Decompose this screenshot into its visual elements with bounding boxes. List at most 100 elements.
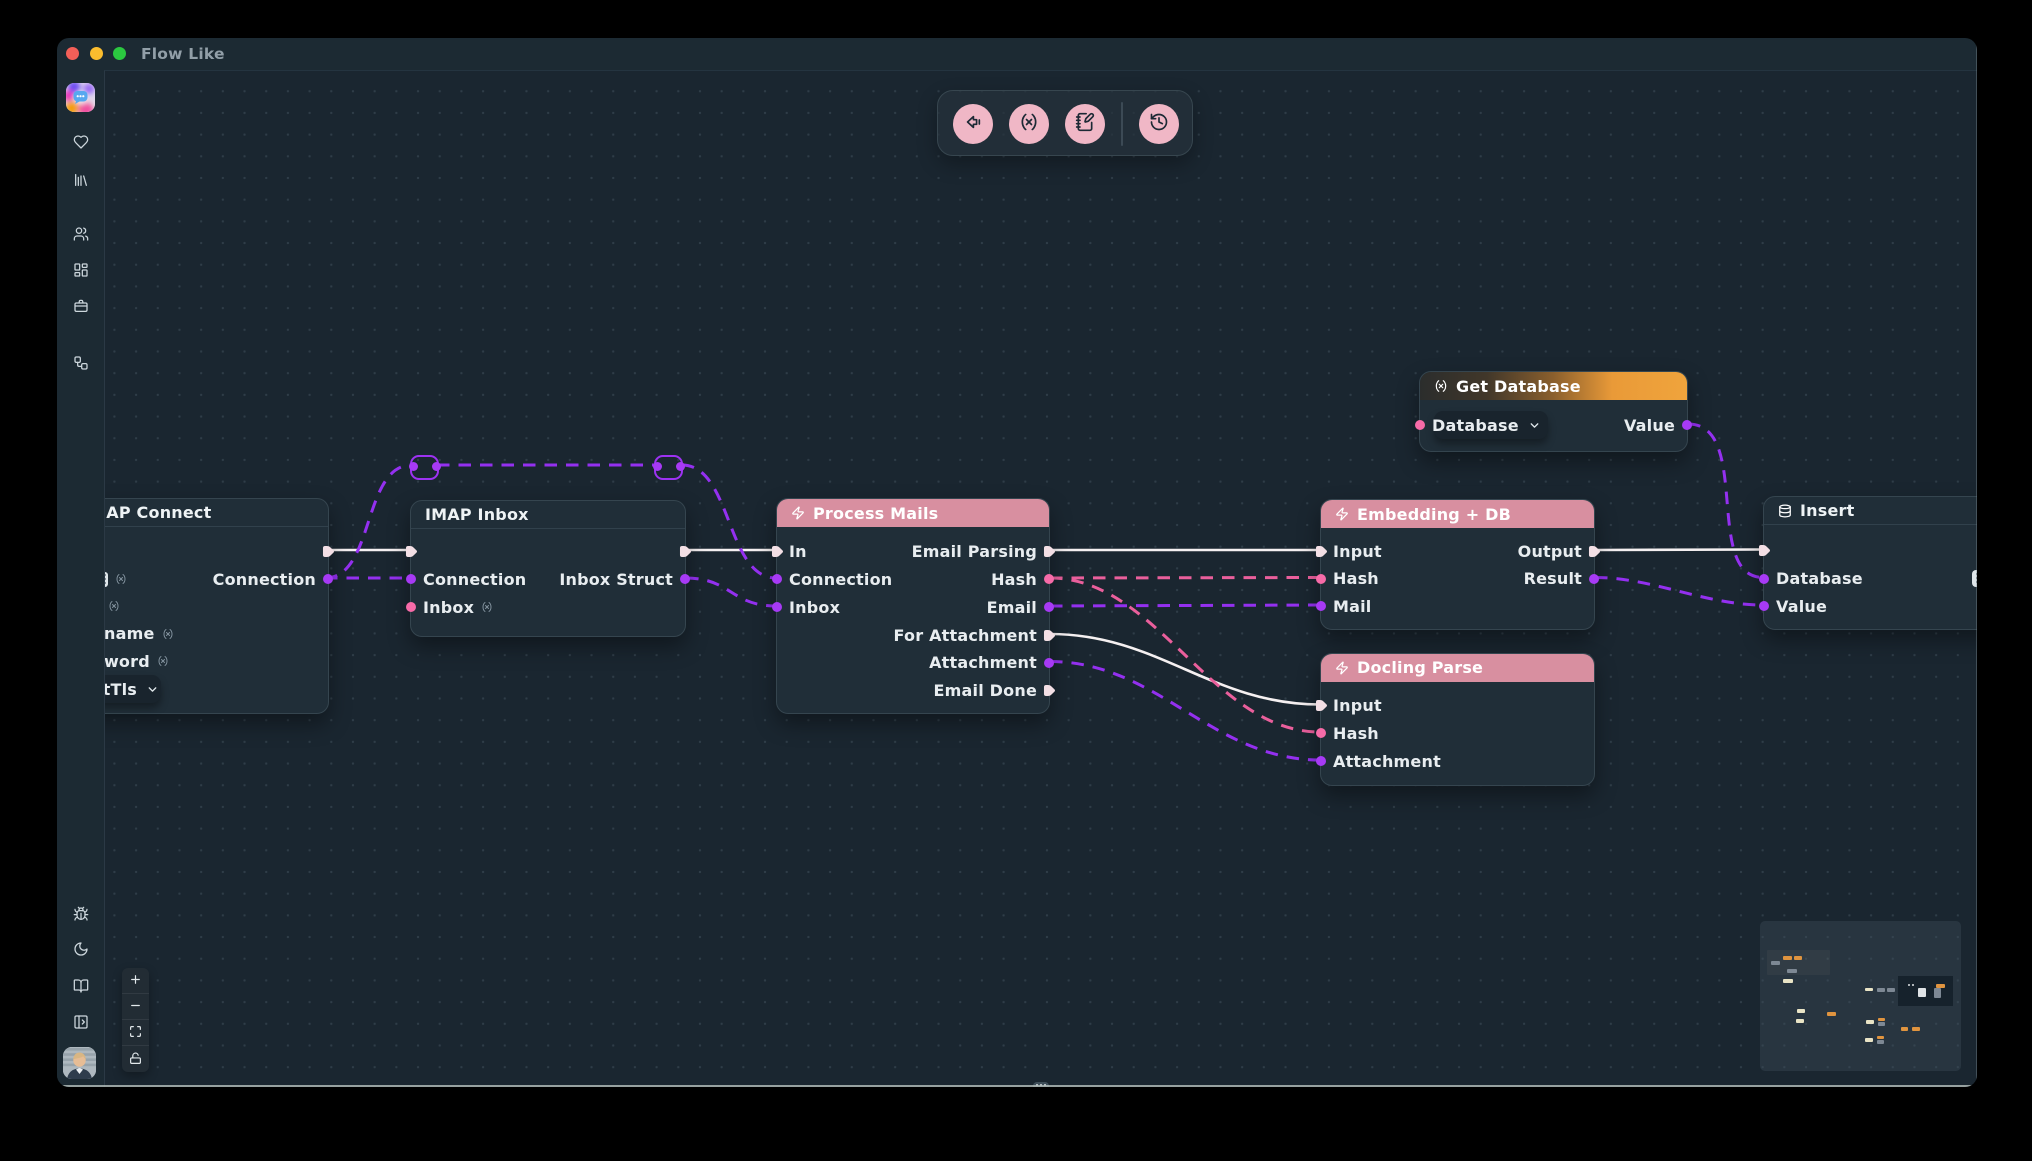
- sidebar-item-dashboard[interactable]: [57, 262, 104, 278]
- reroute-out-pin[interactable]: [432, 462, 441, 471]
- node-header[interactable]: Insert: [1764, 497, 1977, 525]
- sidebar-item-theme[interactable]: [57, 941, 104, 957]
- data-pin[interactable]: [1044, 602, 1054, 612]
- node-insert[interactable]: InsertDatabaseValue: [1763, 496, 1977, 630]
- node-title: IMAP Connect: [104, 503, 211, 522]
- minimap-node: [1827, 1012, 1836, 1016]
- zoom-button[interactable]: [113, 47, 126, 60]
- reroute-out-pin[interactable]: [676, 462, 685, 471]
- data-wire[interactable]: [1688, 424, 1763, 578]
- data-pin[interactable]: [1759, 601, 1769, 611]
- data-pin[interactable]: [1044, 574, 1054, 584]
- minimap[interactable]: [1760, 921, 1961, 1071]
- exec-pin[interactable]: [1588, 545, 1601, 558]
- node-header[interactable]: Get Database: [1420, 372, 1687, 400]
- data-pin[interactable]: [1682, 420, 1692, 430]
- app-logo-icon[interactable]: [66, 83, 95, 112]
- user-avatar[interactable]: [63, 1047, 96, 1079]
- node-header[interactable]: IMAP Connect: [104, 499, 328, 527]
- toolbar-variables-button[interactable]: [1009, 104, 1049, 144]
- zoom-out-button[interactable]: [122, 994, 149, 1020]
- data-wire[interactable]: [1050, 578, 1320, 579]
- reroute-in-pin[interactable]: [409, 462, 418, 471]
- sidebar-item-debug[interactable]: [57, 906, 104, 922]
- node-embedding-db[interactable]: Embedding + DBInputHashMailOutputResult: [1320, 499, 1595, 630]
- data-wire[interactable]: [686, 578, 776, 606]
- minimap-node: [1912, 984, 1914, 986]
- sidebar-item-docs[interactable]: [57, 978, 104, 994]
- minimize-button[interactable]: [90, 47, 103, 60]
- node-row: Database: [1432, 413, 1541, 437]
- data-pin[interactable]: [1316, 728, 1326, 738]
- node-header[interactable]: Docling Parse: [1321, 654, 1594, 682]
- flow-canvas[interactable]: IMAP ConnectConnectionPortUsernamePasswo…: [104, 70, 1977, 1087]
- minimap-node: [1797, 1009, 1805, 1013]
- data-wire[interactable]: [1050, 662, 1320, 761]
- toolbar-logs-button[interactable]: [1065, 104, 1105, 144]
- data-wire[interactable]: [682, 465, 776, 578]
- zoom-controls: [122, 968, 149, 1072]
- node-imap-inbox[interactable]: IMAP InboxConnectionInbox StructInbox: [410, 500, 686, 637]
- data-pin[interactable]: [680, 574, 690, 584]
- node-header[interactable]: IMAP Inbox: [411, 501, 685, 529]
- exec-pin[interactable]: [1043, 684, 1056, 697]
- node-header[interactable]: Embedding + DB: [1321, 500, 1594, 528]
- node-docling-parse[interactable]: Docling ParseInputHashAttachment: [1320, 653, 1595, 787]
- sidebar-item-library[interactable]: [57, 172, 104, 188]
- exec-pin[interactable]: [1043, 545, 1056, 558]
- data-wire[interactable]: [1050, 578, 1320, 732]
- exec-pin[interactable]: [405, 545, 418, 558]
- minimap-node: [1918, 988, 1926, 997]
- data-pin[interactable]: [772, 602, 782, 612]
- exec-pin[interactable]: [1315, 699, 1328, 712]
- close-button[interactable]: [66, 47, 79, 60]
- reroute-node[interactable]: [410, 455, 439, 480]
- sidebar-item-store[interactable]: [57, 298, 104, 314]
- sidebar-item-workflows[interactable]: [57, 355, 104, 371]
- toolbar-run-step-back-button[interactable]: [953, 104, 993, 144]
- exec-wire[interactable]: [1050, 634, 1320, 705]
- fit-view-button[interactable]: [122, 1020, 149, 1046]
- sidebar-item-toggle-panel[interactable]: [57, 1014, 104, 1030]
- data-pin[interactable]: [406, 574, 416, 584]
- node-row: Connection: [423, 567, 526, 591]
- data-pin[interactable]: [406, 602, 416, 612]
- node-imap-connect[interactable]: IMAP ConnectConnectionPortUsernamePasswo…: [104, 498, 329, 714]
- minimap-node: [1771, 961, 1780, 965]
- exec-pin[interactable]: [322, 545, 335, 558]
- exec-pin[interactable]: [1315, 545, 1328, 558]
- data-pin[interactable]: [1415, 420, 1425, 430]
- reroute-in-pin[interactable]: [653, 462, 662, 471]
- exec-pin[interactable]: [1758, 544, 1771, 557]
- node-process-mails[interactable]: Process MailsInConnectionInboxEmail Pars…: [776, 498, 1050, 714]
- variable-icon: [162, 628, 174, 640]
- reroute-node[interactable]: [654, 455, 683, 480]
- sidebar-item-teams[interactable]: [57, 226, 104, 242]
- data-wire[interactable]: [1595, 578, 1763, 606]
- node-header[interactable]: Process Mails: [777, 499, 1049, 527]
- data-pin[interactable]: [1044, 658, 1054, 668]
- maximize-icon: [129, 1023, 142, 1042]
- toolbar-history-button[interactable]: [1139, 104, 1179, 144]
- minimap-viewport[interactable]: [1898, 976, 1953, 1006]
- exec-pin[interactable]: [679, 545, 692, 558]
- data-pin[interactable]: [323, 574, 333, 584]
- data-wire[interactable]: [1050, 605, 1320, 606]
- zoom-in-button[interactable]: [122, 968, 149, 994]
- node-row: Email: [987, 595, 1037, 619]
- exec-pin[interactable]: [1043, 629, 1056, 642]
- sidebar-item-favorites[interactable]: [57, 134, 104, 150]
- data-pin[interactable]: [1316, 601, 1326, 611]
- node-get-database[interactable]: Get DatabaseDatabaseValue: [1419, 371, 1688, 452]
- data-pin[interactable]: [1316, 756, 1326, 766]
- exec-wire[interactable]: [1595, 550, 1763, 551]
- pin-label: Inbox: [423, 598, 474, 617]
- data-pin[interactable]: [1589, 574, 1599, 584]
- data-pin[interactable]: [1759, 574, 1769, 584]
- drag-grip-icon[interactable]: [104, 572, 108, 587]
- data-wire[interactable]: [325, 465, 412, 578]
- data-pin[interactable]: [772, 574, 782, 584]
- exec-pin[interactable]: [771, 545, 784, 558]
- lock-button[interactable]: [122, 1046, 149, 1072]
- data-pin[interactable]: [1316, 574, 1326, 584]
